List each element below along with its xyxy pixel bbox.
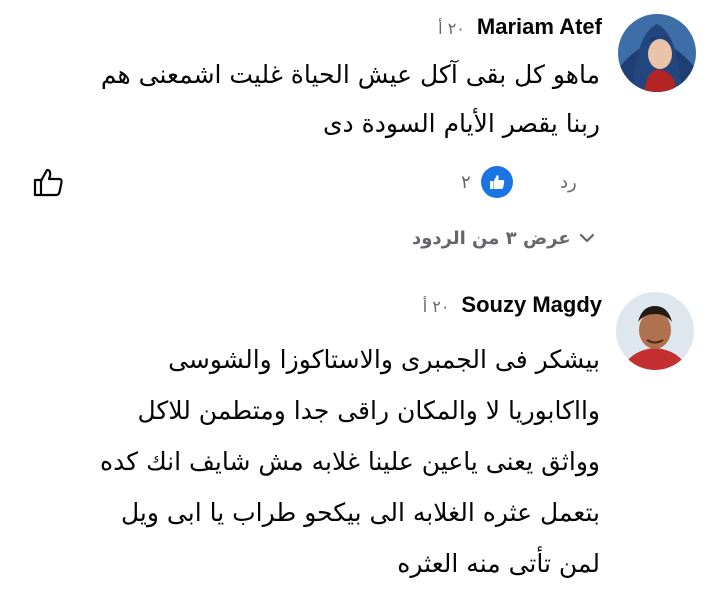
reaction-count[interactable]: ٢ <box>461 172 471 193</box>
comment-text: بيشكر فى الجمبرى والاستاكوزا والشوسى واا… <box>100 345 600 578</box>
avatar[interactable] <box>616 292 694 370</box>
comment-text: ماهو كل بقى آكل عيش الحياة غليت اشمعنى ه… <box>100 60 600 138</box>
reply-button[interactable]: رد <box>560 172 577 193</box>
like-reaction-icon[interactable] <box>481 166 513 198</box>
view-replies-link[interactable]: عرض ٣ من الردود <box>412 228 603 249</box>
comment-header: ٢٠ أ Mariam Atef <box>438 14 602 40</box>
comment-time[interactable]: ٢٠ أ <box>423 297 450 316</box>
like-icon[interactable] <box>32 166 64 202</box>
comment-author[interactable]: Mariam Atef <box>477 14 602 40</box>
comment-author[interactable]: Souzy Magdy <box>461 292 602 318</box>
comment-time[interactable]: ٢٠ أ <box>438 19 465 38</box>
view-replies-label: عرض ٣ من الردود <box>412 228 571 249</box>
chevron-down-icon <box>571 228 595 249</box>
comment-header: ٢٠ أ Souzy Magdy <box>423 292 602 318</box>
avatar[interactable] <box>618 14 696 92</box>
